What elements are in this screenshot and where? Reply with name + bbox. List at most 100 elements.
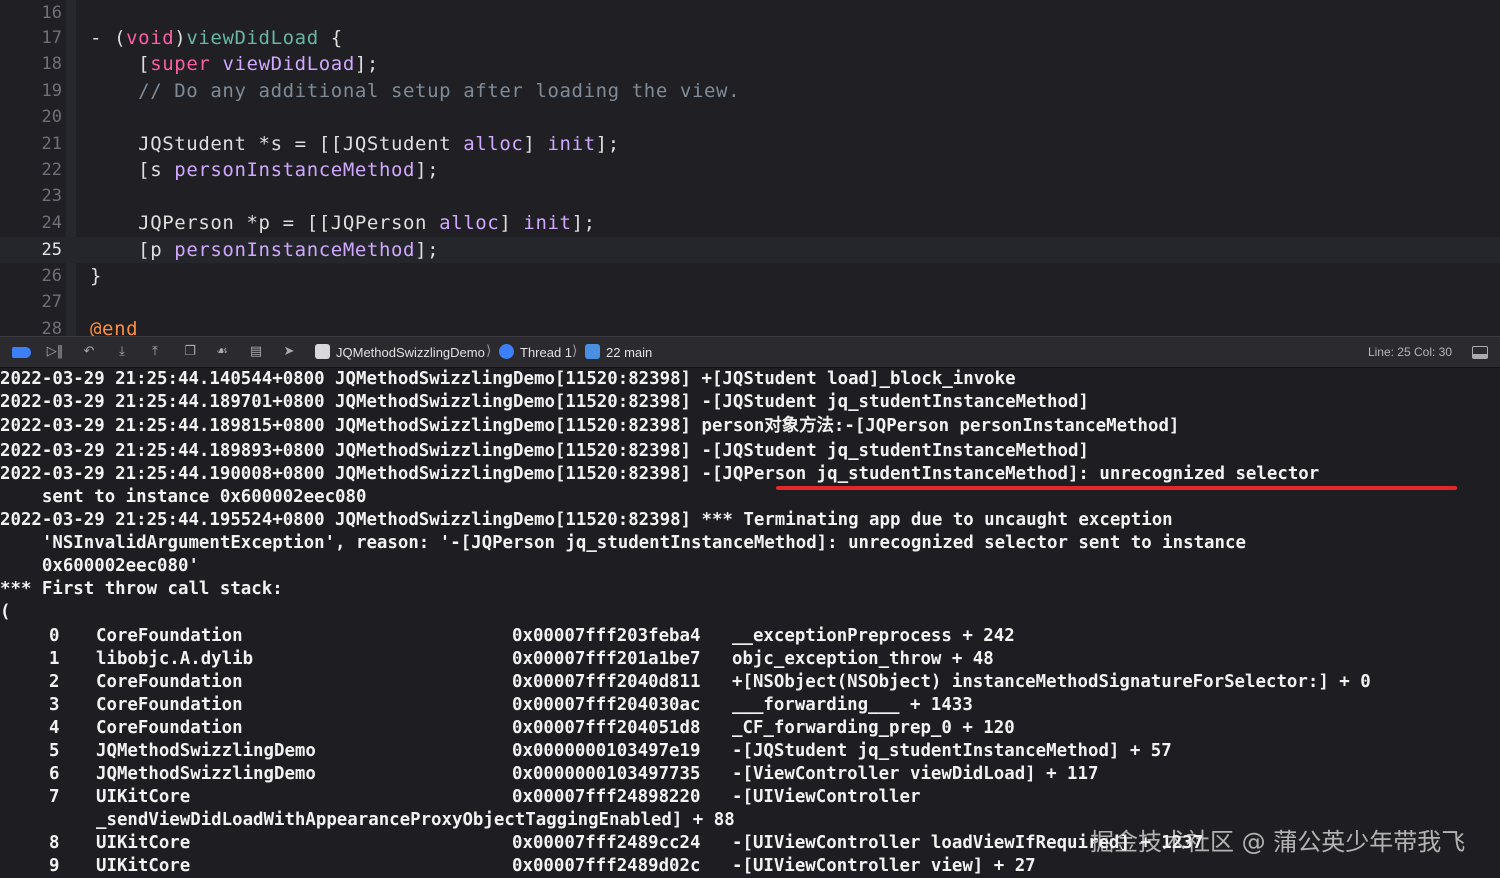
code-token: ]; xyxy=(595,133,620,155)
line-number[interactable]: 23 xyxy=(0,183,62,209)
code-text[interactable]: [p personInstanceMethod]; xyxy=(90,237,439,263)
code-line[interactable]: 21 JQStudent *s = [[JQStudent alloc] ini… xyxy=(0,131,1500,157)
code-line[interactable]: 28 @end xyxy=(0,316,1500,336)
code-token: - ( xyxy=(90,27,127,49)
stack-lib: libobjc.A.dylib xyxy=(96,649,254,669)
console-line: ( xyxy=(0,602,11,622)
line-number[interactable]: 16 xyxy=(0,0,62,26)
stack-lib: _sendViewDidLoadWithAppearanceProxyObjec… xyxy=(96,810,735,830)
breadcrumb-thread[interactable]: Thread 1 xyxy=(520,344,572,361)
code-line[interactable]: 19 // Do any additional setup after load… xyxy=(0,78,1500,104)
environment-overrides-icon[interactable]: ▤ xyxy=(247,343,265,361)
code-token: viewDidLoad xyxy=(222,53,355,75)
code-line[interactable]: 25 [p personInstanceMethod]; xyxy=(0,237,1500,263)
code-text[interactable]: @end xyxy=(90,316,138,336)
line-number[interactable]: 18 xyxy=(0,51,62,77)
code-line[interactable]: 17 - (void)viewDidLoad { xyxy=(0,25,1500,51)
stack-frame: 4 CoreFoundation 0x00007fff204051d8 _CF_for… xyxy=(0,717,1500,740)
stack-lib: UIKitCore xyxy=(96,833,191,853)
breadcrumb-frame[interactable]: 22 main xyxy=(606,344,652,361)
code-token: super xyxy=(150,53,211,75)
code-text[interactable]: [s personInstanceMethod]; xyxy=(90,157,439,183)
console-line: sent to instance 0x600002eec080 xyxy=(0,487,367,507)
stack-idx: 9 xyxy=(49,856,60,876)
stack-sym: +[NSObject(NSObject) instanceMethodSigna… xyxy=(732,672,1371,692)
code-text[interactable]: JQStudent *s = [[JQStudent alloc] init]; xyxy=(90,131,620,157)
breakpoints-toggle-icon[interactable] xyxy=(12,347,31,358)
console-line: *** First throw call stack: xyxy=(0,579,283,599)
code-line[interactable]: 24 JQPerson *p = [[JQPerson alloc] init]… xyxy=(0,210,1500,236)
code-token: ]; xyxy=(354,53,379,75)
stack-lib: JQMethodSwizzlingDemo xyxy=(96,741,316,761)
code-token: { xyxy=(318,27,343,49)
code-token: ]; xyxy=(415,159,440,181)
line-number[interactable]: 26 xyxy=(0,263,62,289)
stack-addr: 0x00007fff201a1be7 xyxy=(512,649,701,669)
line-number[interactable]: 27 xyxy=(0,289,62,315)
code-line[interactable]: 18 [super viewDidLoad]; xyxy=(0,51,1500,77)
line-number[interactable]: 17 xyxy=(0,25,62,51)
stack-lib: CoreFoundation xyxy=(96,718,243,738)
code-text[interactable]: JQPerson *p = [[JQPerson alloc] init]; xyxy=(90,210,596,236)
code-line[interactable]: 26} xyxy=(0,263,1500,289)
stack-frame: 5 JQMethodSwizzlingDemo 0x0000000103497e19… xyxy=(0,740,1500,763)
stack-addr: 0x00007fff204051d8 xyxy=(512,718,701,738)
debug-console[interactable]: 2022-03-29 21:25:44.140544+0800 JQMethod… xyxy=(0,368,1500,878)
stack-lib: UIKitCore xyxy=(96,856,191,876)
stack-sym: -[ViewController viewDidLoad] + 117 xyxy=(732,764,1099,784)
stack-lib: CoreFoundation xyxy=(96,695,243,715)
console-line: 'NSInvalidArgumentException', reason: '-… xyxy=(0,533,1246,553)
view-debugger-icon[interactable]: ❐ xyxy=(181,343,199,361)
memory-graph-icon[interactable]: ☙ xyxy=(213,343,231,361)
app-icon xyxy=(315,344,330,359)
code-token: } xyxy=(90,265,103,287)
code-text[interactable]: [super viewDidLoad]; xyxy=(90,51,379,77)
code-line[interactable]: 16 xyxy=(0,0,1500,26)
code-line[interactable]: 23 xyxy=(0,183,1500,209)
stack-lib: CoreFoundation xyxy=(96,672,243,692)
continue-icon[interactable]: ▷‖ xyxy=(46,343,64,361)
code-line[interactable]: 27 xyxy=(0,289,1500,315)
code-token: void xyxy=(126,27,175,49)
debug-area-toggle-icon[interactable] xyxy=(1472,346,1488,359)
stack-idx: 4 xyxy=(49,718,60,738)
breadcrumb-scheme[interactable]: JQMethodSwizzlingDemo xyxy=(336,344,485,361)
console-line: 2022-03-29 21:25:44.189701+0800 JQMethod… xyxy=(0,392,1089,412)
step-out-icon[interactable]: ⤒ xyxy=(146,343,164,361)
line-number[interactable]: 19 xyxy=(0,78,62,104)
code-token: alloc xyxy=(439,212,500,234)
watermark: 掘金技术社区 @ 蒲公英少年带我飞 xyxy=(1090,828,1466,856)
stack-idx: 0 xyxy=(49,626,60,646)
line-number[interactable]: 21 xyxy=(0,131,62,157)
code-token: personInstanceMethod xyxy=(174,239,416,261)
line-number[interactable]: 28 xyxy=(0,316,62,336)
debug-bar: ▷‖ ↶ ⤓ ⤒ ❐ ☙ ▤ ➤ JQMethodSwizzlingDemo ⟩… xyxy=(0,336,1500,368)
stack-lib: JQMethodSwizzlingDemo xyxy=(96,764,316,784)
cursor-position: Line: 25 Col: 30 xyxy=(1367,345,1452,359)
stack-addr: 0x00007fff204030ac xyxy=(512,695,701,715)
xcode-window: 16 17- (void)viewDidLoad {18 [super viewD… xyxy=(0,0,1500,878)
chevron-right-icon: ⟩ xyxy=(486,343,492,359)
stack-addr: 0x0000000103497e19 xyxy=(512,741,701,761)
code-token: JQPerson *p = [[JQPerson xyxy=(90,212,440,234)
line-number[interactable]: 24 xyxy=(0,210,62,236)
console-line: 2022-03-29 21:25:44.189815+0800 JQMethod… xyxy=(0,416,1180,436)
code-token: ]; xyxy=(415,239,440,261)
step-over-icon[interactable]: ↶ xyxy=(80,343,98,361)
source-editor[interactable]: 16 17- (void)viewDidLoad {18 [super viewD… xyxy=(0,0,1500,336)
code-text[interactable]: } xyxy=(90,263,102,289)
stack-addr: 0x0000000103497735 xyxy=(512,764,701,784)
line-number[interactable]: 20 xyxy=(0,104,62,130)
code-text[interactable]: // Do any additional setup after loading… xyxy=(90,78,740,104)
stack-sym: objc_exception_throw + 48 xyxy=(732,649,994,669)
code-text[interactable]: - (void)viewDidLoad { xyxy=(90,25,343,51)
line-number[interactable]: 22 xyxy=(0,157,62,183)
code-line[interactable]: 20 xyxy=(0,104,1500,130)
code-line[interactable]: 22 [s personInstanceMethod]; xyxy=(0,157,1500,183)
code-token: viewDidLoad xyxy=(186,27,319,49)
stack-frame: 3 CoreFoundation 0x00007fff204030ac ___forw… xyxy=(0,694,1500,717)
simulate-location-icon[interactable]: ➤ xyxy=(280,343,298,361)
stack-idx: 3 xyxy=(49,695,60,715)
step-into-icon[interactable]: ⤓ xyxy=(113,343,131,361)
line-number[interactable]: 25 xyxy=(0,237,62,263)
